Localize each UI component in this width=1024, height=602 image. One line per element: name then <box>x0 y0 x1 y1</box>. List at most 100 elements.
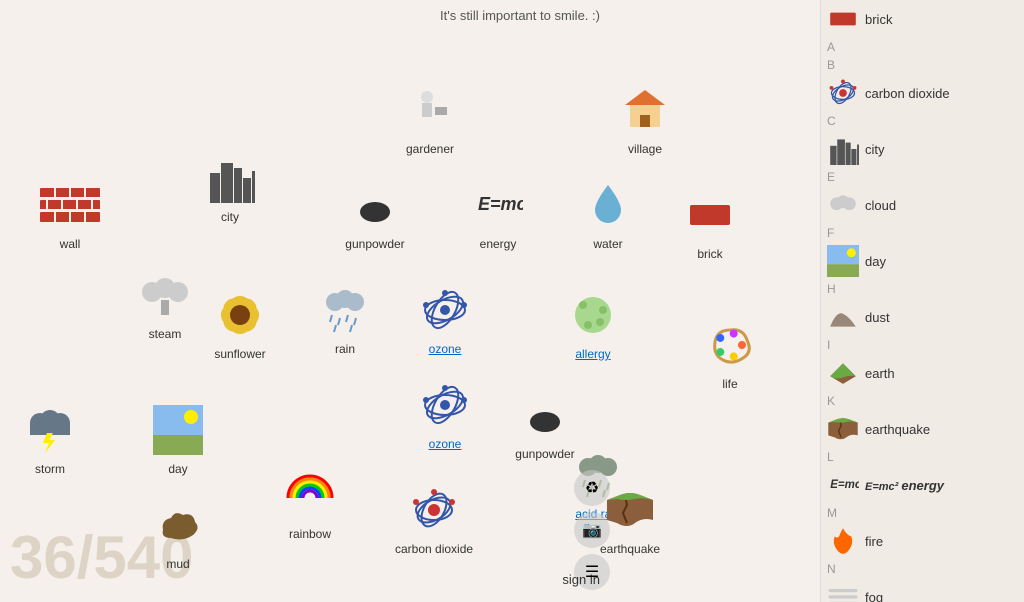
sidebar-label-dust: dust <box>865 310 890 325</box>
svg-text:E=mc²: E=mc² <box>478 194 523 214</box>
sidebar-label-day: day <box>865 254 886 269</box>
sidebar: brickABcarbon dioxideCcityEcloudFdayHdus… <box>820 0 1024 602</box>
element-ozone2-main[interactable]: ozone <box>415 375 475 451</box>
sidebar-item-brick-top[interactable]: brick <box>821 0 1024 38</box>
sidebar-item-day[interactable]: day <box>821 242 1024 280</box>
icon-day-main <box>148 400 208 460</box>
sidebar-item-cloud[interactable]: cloud <box>821 186 1024 224</box>
icon-gunpowder-main <box>345 175 405 235</box>
icon-brick-main <box>680 185 740 245</box>
label-gardener-main: gardener <box>406 142 454 156</box>
label-water-main: water <box>593 237 622 251</box>
element-village-main[interactable]: village <box>615 80 675 156</box>
element-steam-main[interactable]: steam <box>135 265 195 341</box>
element-wall[interactable]: wall <box>40 175 100 251</box>
label-day-main: day <box>168 462 187 476</box>
icon-co2-main <box>404 480 464 540</box>
label-co2-main: carbon dioxide <box>395 542 473 556</box>
label-gunpowder2-main: gunpowder <box>515 447 574 461</box>
svg-text:E=mc²: E=mc² <box>830 479 859 491</box>
icon-ozone2-main <box>415 375 475 435</box>
element-energy-main[interactable]: E=mc² energy <box>468 175 528 251</box>
element-storm-main[interactable]: storm <box>20 400 80 476</box>
element-city-main[interactable]: city <box>200 148 260 224</box>
icon-city-main <box>200 148 260 208</box>
icon-rainbow-main <box>280 465 340 525</box>
sidebar-letter-C: C <box>821 112 1024 130</box>
sidebar-item-dust[interactable]: dust <box>821 298 1024 336</box>
sidebar-letter-A: A <box>821 38 1024 56</box>
sidebar-label-brick-top: brick <box>865 12 892 27</box>
element-brick-main[interactable]: brick <box>680 185 740 261</box>
sidebar-item-fog[interactable]: fog <box>821 578 1024 602</box>
icon-wall <box>40 175 100 235</box>
element-ozone1-main[interactable]: ozone <box>415 280 475 356</box>
sidebar-letter-N: N <box>821 560 1024 578</box>
sidebar-icon-fire <box>827 525 859 557</box>
sidebar-letter-L: L <box>821 448 1024 466</box>
element-rain-main[interactable]: rain <box>315 280 375 356</box>
icon-energy-main: E=mc² <box>468 175 528 235</box>
icon-allergy-main <box>563 285 623 345</box>
label-rainbow-main: rainbow <box>289 527 331 541</box>
sidebar-icon-day <box>827 245 859 277</box>
label-energy-main: energy <box>480 237 517 251</box>
icon-steam-main <box>135 265 195 325</box>
sidebar-icon-energy: E=mc² <box>827 469 859 501</box>
icon-gardener-main <box>400 80 460 140</box>
sidebar-letter-H: H <box>821 280 1024 298</box>
sidebar-item-city[interactable]: city <box>821 130 1024 168</box>
element-gunpowder2-main[interactable]: gunpowder <box>515 385 575 461</box>
icon-village-main <box>615 80 675 140</box>
icon-mud-main <box>148 495 208 555</box>
element-co2-main[interactable]: carbon dioxide <box>395 480 473 556</box>
sidebar-icon-fog <box>827 581 859 602</box>
sidebar-icon-carbon-dioxide <box>827 77 859 109</box>
element-day-main[interactable]: day <box>148 400 208 476</box>
camera-button[interactable]: 📷 <box>574 512 610 548</box>
sidebar-item-energy[interactable]: E=mc²E=mc² energy <box>821 466 1024 504</box>
element-water-main[interactable]: water <box>578 175 638 251</box>
element-gardener-main[interactable]: gardener <box>400 80 460 156</box>
icon-gunpowder2-main <box>515 385 575 445</box>
label-allergy-main[interactable]: allergy <box>575 347 610 361</box>
label-ozone2-main[interactable]: ozone <box>429 437 462 451</box>
sidebar-letter-I: I <box>821 336 1024 354</box>
main-canvas: It's still important to smile. :) 36/540… <box>0 0 820 602</box>
sidebar-icon-earthquake <box>827 413 859 445</box>
element-rainbow-main[interactable]: rainbow <box>280 465 340 541</box>
element-mud-main[interactable]: mud <box>148 495 208 571</box>
sidebar-item-earth[interactable]: earth <box>821 354 1024 392</box>
label-mud-main: mud <box>166 557 189 571</box>
sidebar-label-fog: fog <box>865 590 883 602</box>
sidebar-label-carbon-dioxide: carbon dioxide <box>865 86 950 101</box>
label-village-main: village <box>628 142 662 156</box>
label-city-main: city <box>221 210 239 224</box>
sidebar-label-earth: earth <box>865 366 895 381</box>
recycle-button[interactable]: ♻ <box>574 470 610 506</box>
sidebar-label-earthquake: earthquake <box>865 422 930 437</box>
sidebar-label-city: city <box>865 142 885 157</box>
sidebar-icon-city <box>827 133 859 165</box>
label-brick-main: brick <box>697 247 722 261</box>
sidebar-label-fire: fire <box>865 534 883 549</box>
element-allergy-main[interactable]: allergy <box>563 285 623 361</box>
element-life-main[interactable]: life <box>700 315 760 391</box>
element-sunflower-main[interactable]: sunflower <box>210 285 270 361</box>
label-steam-main: steam <box>149 327 182 341</box>
sidebar-item-earthquake[interactable]: earthquake <box>821 410 1024 448</box>
icon-rain-main <box>315 280 375 340</box>
sidebar-item-carbon-dioxide[interactable]: carbon dioxide <box>821 74 1024 112</box>
sidebar-icon-brick-top <box>827 3 859 35</box>
sidebar-letter-K: K <box>821 392 1024 410</box>
icon-ozone1-main <box>415 280 475 340</box>
sidebar-letter-E: E <box>821 168 1024 186</box>
label-gunpowder-main: gunpowder <box>345 237 404 251</box>
label-ozone1-main[interactable]: ozone <box>429 342 462 356</box>
sidebar-icon-cloud <box>827 189 859 221</box>
icon-sunflower-main <box>210 285 270 345</box>
sign-in-link[interactable]: sign in <box>562 572 600 587</box>
sidebar-icon-earth <box>827 357 859 389</box>
sidebar-item-fire[interactable]: fire <box>821 522 1024 560</box>
element-gunpowder-main[interactable]: gunpowder <box>345 175 405 251</box>
